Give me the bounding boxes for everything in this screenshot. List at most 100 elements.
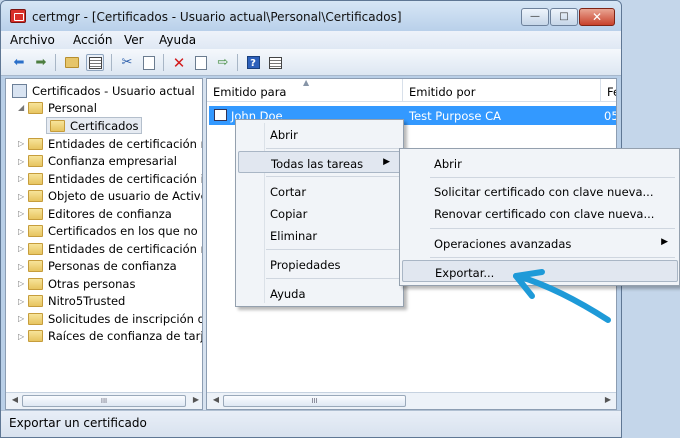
tree-item[interactable]: ▷ Entidades de certificación raíz — [18, 240, 202, 257]
status-text: Exportar un certificado — [9, 416, 147, 430]
tree-item[interactable]: ▷ Confianza empresarial — [18, 153, 177, 170]
column-label: Emitido por — [409, 85, 476, 99]
help-icon[interactable]: ? — [244, 54, 262, 71]
expand-arrow-icon[interactable]: ▷ — [18, 332, 28, 341]
column-header-issued-to[interactable]: ▲ Emitido para — [207, 79, 403, 102]
action-pane-icon[interactable] — [266, 54, 284, 71]
properties-icon[interactable] — [192, 54, 210, 71]
submenu-item-abrir[interactable]: Abrir — [402, 152, 678, 174]
tree-item[interactable]: ▷ Personas de confianza — [18, 258, 177, 275]
tree-item-label: Editores de confianza — [48, 206, 172, 221]
submenu-item-renovar[interactable]: Renovar certificado con clave nueva... — [402, 202, 678, 224]
expand-arrow-icon[interactable]: ▷ — [18, 157, 28, 166]
menu-ver[interactable]: Ver — [124, 33, 144, 47]
tree-item-label: Raíces de confianza de tarjeta — [48, 329, 202, 343]
tree-root[interactable]: Certificados - Usuario actual — [12, 82, 195, 99]
tree-item[interactable]: ▷ Entidades de certificación raíz — [18, 135, 202, 152]
window-title: certmgr - [Certificados - Usuario actual… — [32, 10, 402, 24]
tree-item-personal[interactable]: ◢ Personal — [18, 99, 97, 116]
toolbar-separator — [237, 54, 238, 71]
menu-separator — [266, 176, 400, 177]
scroll-thumb[interactable]: III — [22, 395, 186, 407]
submenu-item-solicitar[interactable]: Solicitar certificado con clave nueva... — [402, 180, 678, 202]
expand-arrow-icon[interactable]: ▷ — [18, 314, 28, 323]
scroll-right-icon[interactable]: ▶ — [190, 395, 202, 407]
menu-ayuda[interactable]: Ayuda — [159, 33, 196, 47]
menu-item-todas-las-tareas[interactable]: Todas las tareas ▶ — [238, 151, 401, 173]
tree-item[interactable]: ▷ Solicitudes de inscripción de — [18, 310, 202, 327]
menu-item-abrir[interactable]: Abrir — [238, 123, 401, 145]
tree-item-label: Entidades de certificación raíz — [48, 136, 202, 151]
tree-item[interactable]: ▷ Editores de confianza — [18, 205, 172, 222]
tree-item[interactable]: ▷ Nitro5Trusted — [18, 293, 125, 310]
export-list-icon[interactable]: ⇨ — [214, 54, 232, 71]
forward-arrow-icon[interactable]: ➡ — [32, 54, 50, 71]
expand-arrow-icon[interactable]: ▷ — [18, 297, 28, 306]
scroll-left-icon[interactable]: ◀ — [210, 395, 222, 407]
menu-item-label: Todas las tareas — [271, 157, 364, 171]
menu-item-eliminar[interactable]: Eliminar — [238, 224, 401, 246]
collapse-arrow-icon[interactable]: ◢ — [18, 103, 28, 112]
column-header-issued-by[interactable]: Emitido por — [403, 79, 601, 102]
submenu-arrow-icon: ▶ — [383, 157, 390, 167]
tree-item-label: Nitro5Trusted — [48, 294, 126, 308]
menu-accion[interactable]: Acción — [73, 33, 112, 47]
console-tree: Certificados - Usuario actual ◢ Personal… — [5, 78, 203, 410]
tree-item-label: Entidades de certificación raíz — [48, 241, 202, 256]
toolbar-separator — [55, 54, 56, 71]
expand-arrow-icon[interactable]: ▷ — [18, 192, 28, 201]
copy-icon[interactable] — [140, 54, 158, 71]
menu-item-cortar[interactable]: Cortar — [238, 180, 401, 202]
folder-icon — [28, 137, 43, 150]
tree-item[interactable]: ▷ Entidades de certificación int — [18, 170, 202, 187]
back-arrow-icon[interactable]: ⬅ — [10, 54, 28, 71]
tree-item[interactable]: ▷ Certificados en los que no se — [18, 223, 202, 240]
scroll-right-icon[interactable]: ▶ — [602, 395, 614, 407]
expand-arrow-icon[interactable]: ▷ — [18, 139, 28, 148]
menu-item-propiedades[interactable]: Propiedades — [238, 253, 401, 275]
folder-icon — [28, 277, 43, 290]
submenu-item-operaciones-avanzadas[interactable]: Operaciones avanzadas ▶ — [402, 232, 678, 254]
expand-arrow-icon[interactable]: ▷ — [18, 244, 28, 253]
expand-arrow-icon[interactable]: ▷ — [18, 174, 28, 183]
expand-arrow-icon[interactable]: ▷ — [18, 279, 28, 288]
show-hide-tree-icon[interactable] — [86, 54, 104, 71]
expand-arrow-icon[interactable]: ▷ — [18, 262, 28, 271]
close-button[interactable]: ✕ — [579, 8, 615, 26]
context-menu: Abrir Todas las tareas ▶ Cortar Copiar E… — [235, 119, 404, 307]
folder-icon — [28, 190, 43, 202]
tree-horizontal-scrollbar[interactable]: ◀ III ▶ — [6, 392, 202, 409]
minimize-button[interactable]: — — [521, 8, 549, 26]
menu-separator — [266, 278, 400, 279]
title-bar[interactable]: certmgr - [Certificados - Usuario actual… — [1, 1, 621, 31]
menu-separator — [266, 249, 400, 250]
menu-separator — [266, 148, 400, 149]
certificate-icon — [214, 109, 227, 121]
toolbar-separator — [111, 54, 112, 71]
menu-item-ayuda[interactable]: Ayuda — [238, 282, 401, 304]
list-horizontal-scrollbar[interactable]: ◀ III ▶ — [207, 392, 616, 409]
scroll-left-icon[interactable]: ◀ — [9, 395, 21, 407]
menu-separator — [430, 228, 675, 229]
column-header-date[interactable]: Fe — [601, 79, 616, 102]
tree-item-certificados[interactable]: Certificados — [46, 117, 143, 134]
column-label: Fe — [607, 85, 616, 99]
menu-item-label: Operaciones avanzadas — [434, 237, 572, 251]
scroll-thumb[interactable]: III — [223, 395, 406, 407]
tree-item-label: Personas de confianza — [48, 259, 177, 273]
tree-item-label: Certificados — [70, 118, 139, 133]
up-folder-icon[interactable] — [63, 54, 81, 71]
tree-item[interactable]: ▷ Otras personas — [18, 275, 135, 292]
folder-icon — [28, 330, 43, 342]
menu-item-copiar[interactable]: Copiar — [238, 202, 401, 224]
tree-item-label: Otras personas — [48, 276, 136, 291]
expand-arrow-icon[interactable]: ▷ — [18, 209, 28, 218]
certificates-store-icon — [12, 83, 27, 98]
delete-icon[interactable]: ✕ — [170, 54, 188, 72]
expand-arrow-icon[interactable]: ▷ — [18, 227, 28, 236]
menu-archivo[interactable]: Archivo — [10, 33, 55, 47]
tree-item[interactable]: ▷ Raíces de confianza de tarjeta — [18, 328, 202, 345]
maximize-button[interactable]: □ — [550, 8, 578, 26]
cut-icon[interactable]: ✂ — [118, 54, 136, 71]
tree-item[interactable]: ▷ Objeto de usuario de Active D — [18, 188, 202, 205]
